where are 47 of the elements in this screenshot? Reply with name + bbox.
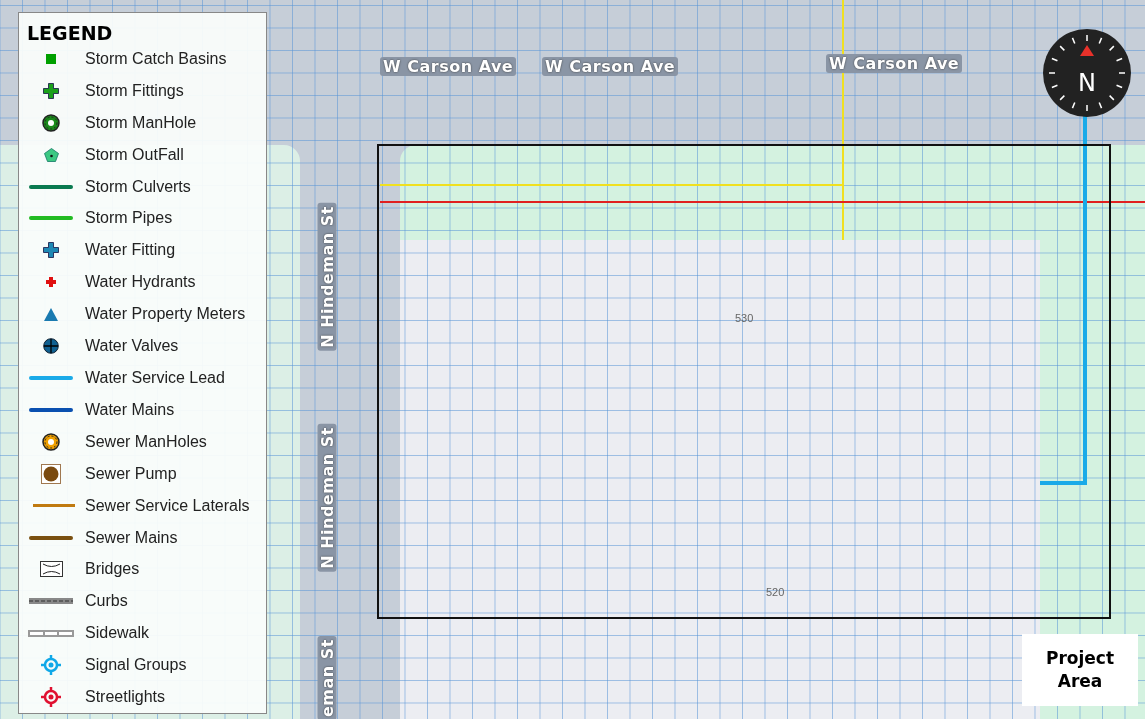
legend-label: Curbs (85, 592, 128, 611)
cross-symbol-icon (46, 277, 56, 288)
valve-symbol-icon (43, 338, 59, 355)
curb-symbol-icon (29, 598, 73, 605)
legend-label: Sidewalk (85, 624, 150, 643)
parcel-number: 520 (766, 586, 785, 598)
street-label: W Carson Ave (542, 57, 679, 76)
legend-label: Sewer Service Laterals (85, 496, 250, 515)
project-area-label: Project Area (1022, 634, 1138, 706)
legend-label: Water Mains (85, 400, 175, 419)
legend-label: Water Valves (85, 337, 179, 356)
street-label: eman St (317, 636, 337, 719)
legend-label: Bridges (85, 560, 140, 579)
triangle-symbol-icon (44, 307, 58, 321)
map-background[interactable] (0, 0, 1145, 719)
legend-label: Streetlights (85, 688, 166, 707)
legend-label: Sewer Mains (85, 528, 178, 547)
legend-label: Sewer Pump (85, 464, 177, 483)
street-label: N Hindeman St (317, 203, 337, 351)
legend-label: Water Fitting (85, 241, 176, 260)
target-symbol-icon (41, 655, 61, 676)
legend-label: Storm ManHole (85, 113, 197, 132)
pentagon-symbol-icon (43, 147, 59, 162)
legend-label: Water Service Lead (85, 369, 225, 387)
square-symbol-icon (46, 53, 56, 64)
compass-button[interactable]: N (1043, 29, 1131, 117)
bridge-symbol-icon (39, 561, 63, 578)
legend-label: Storm Catch Basins (85, 49, 227, 68)
cross-symbol-icon (43, 242, 59, 259)
street-label: W Carson Ave (826, 54, 963, 73)
legend-label: Storm OutFall (85, 145, 184, 164)
legend-label: Storm Culverts (85, 177, 191, 196)
manhole-symbol-icon (42, 432, 60, 451)
legend-title: LEGEND (26, 21, 114, 45)
parcel-number: 530 (735, 312, 754, 324)
street-label: N Hindeman St (317, 424, 337, 572)
legend-label: Water Hydrants (85, 273, 196, 292)
legend-label: Sewer ManHoles (85, 432, 207, 451)
legend-label: Signal Groups (85, 656, 187, 675)
legend-label: Water Property Meters (85, 305, 246, 324)
legend-label: Storm Pipes (85, 209, 173, 228)
street-label: W Carson Ave (380, 57, 517, 76)
legend-label: Storm Fittings (85, 81, 184, 100)
pump-symbol-icon (41, 463, 61, 484)
cross-symbol-icon (43, 82, 59, 99)
manhole-symbol-icon (42, 113, 60, 132)
target-symbol-icon (41, 687, 61, 708)
